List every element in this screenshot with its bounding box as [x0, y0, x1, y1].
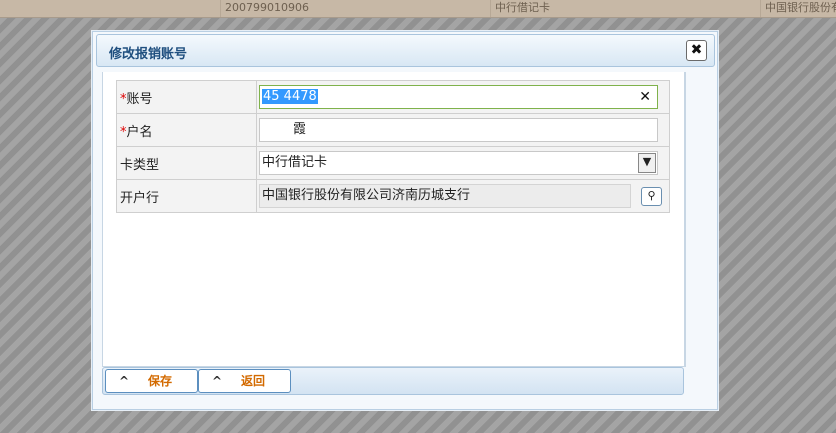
- dialog-footer: ^ 保存 ^ 返回: [102, 367, 684, 395]
- close-icon[interactable]: ✖: [686, 40, 707, 61]
- form-row-account: *账号 45 4478 ✕: [116, 80, 670, 114]
- background-cell-bank: 中国银行股份有: [760, 0, 836, 17]
- form-row-name: *户名 霞: [116, 113, 670, 147]
- dialog-title: 修改报销账号: [109, 47, 188, 62]
- form-row-bank: 开户行 中国银行股份有限公司济南历城支行 ⚲: [116, 179, 670, 213]
- back-button-label: 返回: [241, 374, 266, 388]
- bank-cell: 中国银行股份有限公司济南历城支行 ⚲: [256, 179, 670, 213]
- card-type-select[interactable]: 中行借记卡 ▼: [259, 151, 658, 175]
- chevron-down-icon[interactable]: ▼: [638, 153, 656, 173]
- back-button[interactable]: ^ 返回: [198, 369, 291, 393]
- edit-account-dialog: 修改报销账号 ✖ *账号 45 4478 ✕ *户名 霞 卡类型 中行借记卡 ▼…: [92, 31, 718, 410]
- card-type-label: 卡类型: [116, 146, 257, 180]
- account-label: *账号: [116, 80, 257, 114]
- card-type-value: 中行借记卡: [262, 155, 328, 170]
- account-input[interactable]: 45 4478 ✕: [259, 85, 658, 109]
- bank-label: 开户行: [116, 179, 257, 213]
- clear-icon[interactable]: ✕: [639, 86, 651, 108]
- dialog-content: *账号 45 4478 ✕ *户名 霞 卡类型 中行借记卡 ▼ 开户行 中国银行…: [102, 72, 686, 367]
- content-border: [684, 72, 685, 366]
- caret-up-icon: ^: [212, 374, 223, 388]
- bank-field: 中国银行股份有限公司济南历城支行: [259, 184, 631, 208]
- name-value: 霞: [260, 122, 307, 137]
- search-icon[interactable]: ⚲: [641, 187, 662, 206]
- name-cell: 霞: [256, 113, 670, 147]
- dialog-titlebar[interactable]: 修改报销账号 ✖: [96, 34, 715, 67]
- form-row-card-type: 卡类型 中行借记卡 ▼: [116, 146, 670, 180]
- background-cell-number: 200799010906: [220, 0, 495, 17]
- save-button[interactable]: ^ 保存: [105, 369, 198, 393]
- account-value: 45 4478: [262, 89, 318, 104]
- background-cell-card-type: 中行借记卡: [490, 0, 765, 17]
- name-label: *户名: [116, 113, 257, 147]
- account-form: *账号 45 4478 ✕ *户名 霞 卡类型 中行借记卡 ▼ 开户行 中国银行…: [116, 80, 670, 213]
- account-cell: 45 4478 ✕: [256, 80, 670, 114]
- name-input[interactable]: 霞: [259, 118, 658, 142]
- background-grid-row: 200799010906 中行借记卡 中国银行股份有: [0, 0, 836, 18]
- caret-up-icon: ^: [119, 374, 130, 388]
- bank-value: 中国银行股份有限公司济南历城支行: [262, 188, 471, 203]
- save-button-label: 保存: [148, 374, 173, 388]
- card-type-cell: 中行借记卡 ▼: [256, 146, 670, 180]
